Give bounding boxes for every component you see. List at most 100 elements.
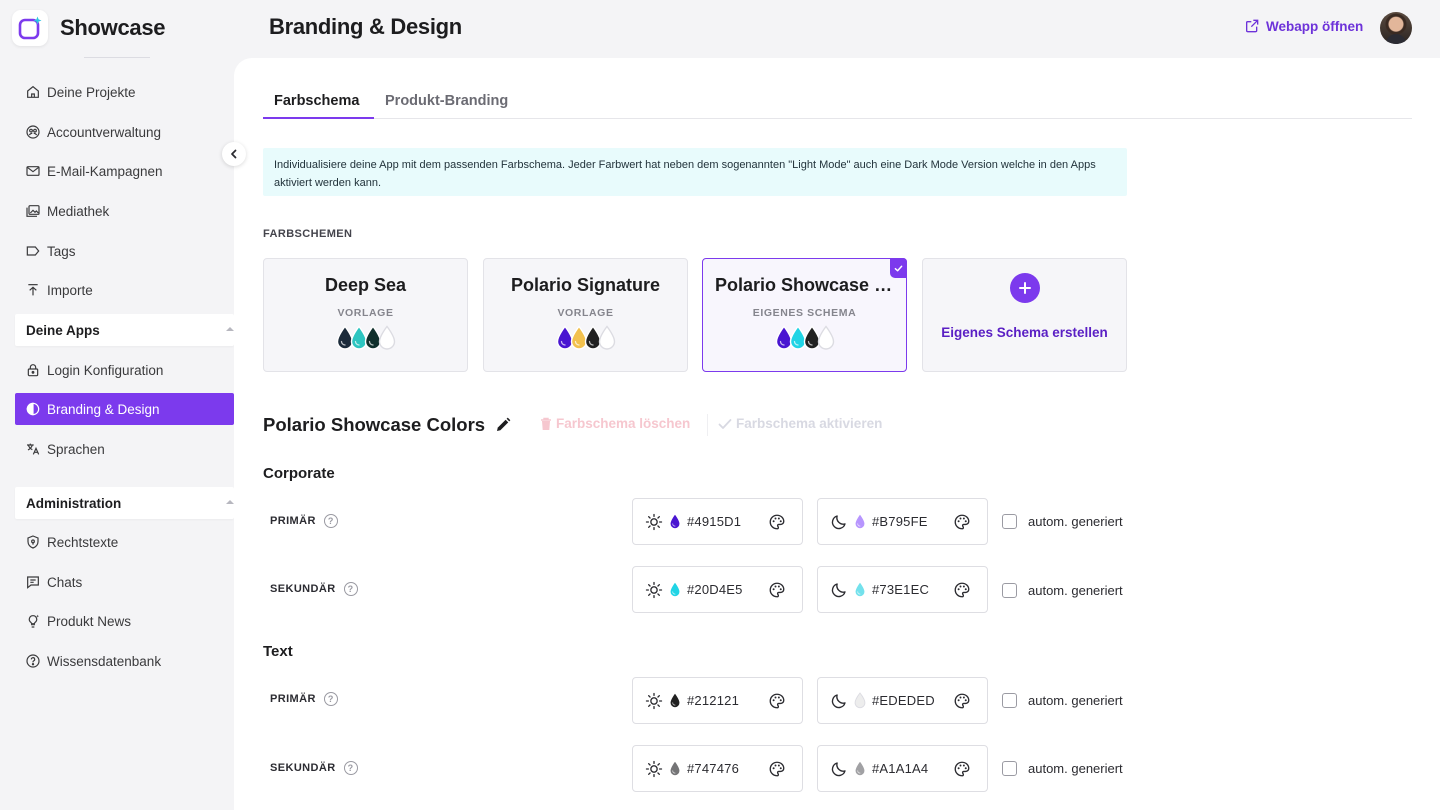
help-icon[interactable]: ? (343, 761, 358, 775)
sidebar-item-label: Branding & Design (47, 401, 160, 417)
dark-color-field[interactable]: #B795FE (817, 498, 988, 545)
tab-farbschema[interactable]: Farbschema (263, 88, 374, 119)
check-icon (718, 418, 732, 429)
light-color-field[interactable]: #20D4E5 (632, 566, 803, 613)
current-scheme-title: Polario Showcase Colors (263, 414, 486, 435)
dark-color-field[interactable]: #A1A1A4 (817, 745, 988, 792)
sidebar-item-label: Chats (47, 574, 83, 590)
group-title-text: Text (263, 643, 293, 660)
moon-icon (830, 581, 848, 599)
color-drop-icon (378, 325, 395, 350)
sidebar-item-news[interactable]: Produkt News (15, 605, 234, 637)
shield-icon (27, 535, 39, 549)
hex-value[interactable]: #B795FE (872, 514, 928, 529)
color-drop-icon (669, 692, 681, 709)
light-color-field[interactable]: #747476 (632, 745, 803, 792)
schemes-label: FARBSCHEMEN (263, 228, 353, 240)
chat-icon (27, 576, 39, 589)
app-name: Showcase (60, 15, 166, 40)
scheme-type: VORLAGE (337, 307, 394, 319)
pencil-icon (497, 417, 511, 431)
hex-value[interactable]: #4915D1 (687, 514, 741, 529)
palette-icon[interactable] (768, 692, 786, 710)
tab-bar: Farbschema Produkt-Branding (263, 88, 1412, 119)
sidebar-item-login[interactable]: Login Konfiguration (15, 354, 234, 386)
help-circle-icon (26, 654, 40, 668)
brand[interactable]: Showcase (12, 10, 166, 46)
help-icon[interactable]: ? (323, 692, 338, 706)
help-icon[interactable]: ? (343, 582, 358, 596)
sidebar-collapse-button[interactable] (222, 142, 246, 166)
light-color-field[interactable]: #4915D1 (632, 498, 803, 545)
avatar[interactable] (1380, 12, 1412, 44)
hex-value[interactable]: #EDEDED (872, 693, 935, 708)
open-webapp-link[interactable]: Webapp öffnen (1244, 18, 1363, 34)
edit-scheme-button[interactable] (494, 416, 512, 434)
tab-produkt-branding[interactable]: Produkt-Branding (385, 88, 508, 119)
hex-value[interactable]: #20D4E5 (687, 582, 743, 597)
sidebar-item-legal[interactable]: Rechtstexte (15, 526, 234, 558)
translate-icon (27, 443, 40, 455)
sidebar-item-languages[interactable]: Sprachen (15, 433, 234, 465)
moon-icon (830, 692, 848, 710)
sidebar-item-tags[interactable]: Tags (15, 235, 234, 267)
color-drop-icon (854, 581, 866, 598)
scheme-card-polario-signature[interactable]: Polario Signature VORLAGE (483, 258, 688, 372)
color-drop-icon (669, 581, 681, 598)
users-icon (26, 125, 40, 139)
sidebar-item-email[interactable]: E-Mail-Kampagnen (15, 155, 234, 187)
dark-color-field[interactable]: #EDEDED (817, 677, 988, 724)
main-panel: Farbschema Produkt-Branding Individualis… (234, 58, 1440, 810)
hex-value[interactable]: #A1A1A4 (872, 761, 928, 776)
sidebar-item-projects[interactable]: Deine Projekte (15, 76, 234, 108)
sidebar-item-chats[interactable]: Chats (15, 566, 234, 598)
activate-scheme-button[interactable]: Farbschema aktivieren (718, 416, 882, 431)
scheme-card-deep-sea[interactable]: Deep Sea VORLAGE (263, 258, 468, 372)
light-color-field[interactable]: #212121 (632, 677, 803, 724)
sidebar-item-label: Login Konfiguration (47, 362, 164, 378)
palette-icon[interactable] (953, 581, 971, 599)
sidebar-item-knowledge[interactable]: Wissensdatenbank (15, 645, 234, 677)
palette-icon[interactable] (953, 692, 971, 710)
hex-value[interactable]: #212121 (687, 693, 739, 708)
palette-icon[interactable] (768, 513, 786, 531)
scheme-drops (703, 325, 906, 351)
sidebar-item-label: Deine Projekte (47, 84, 136, 100)
scheme-name: Polario Showcase Colors (715, 275, 906, 295)
scheme-card-polario-showcase[interactable]: Polario Showcase Colors EIGENES SCHEMA (702, 258, 907, 372)
sidebar-item-label: Mediathek (47, 203, 110, 219)
palette-icon[interactable] (768, 581, 786, 599)
section-label: Administration (26, 495, 122, 511)
auto-generate-checkbox[interactable] (1002, 761, 1017, 776)
auto-generate-checkbox[interactable] (1002, 693, 1017, 708)
auto-generate-label: autom. generiert (1028, 514, 1123, 529)
create-scheme-card[interactable]: Eigenes Schema erstellen (922, 258, 1127, 372)
sidebar-item-imports[interactable]: Importe (15, 274, 234, 306)
hex-value[interactable]: #747476 (687, 761, 739, 776)
sidebar-section-apps[interactable]: Deine Apps (15, 314, 234, 346)
collapse-caret-icon (226, 327, 234, 331)
row-label-text: PRIMÄR (270, 693, 316, 705)
divider (84, 57, 150, 58)
delete-scheme-button[interactable]: Farbschema löschen (540, 416, 690, 431)
scheme-name: Polario Signature (510, 275, 661, 295)
hex-value[interactable]: #73E1EC (872, 582, 929, 597)
color-drop-icon (669, 513, 681, 530)
palette-icon[interactable] (768, 760, 786, 778)
sidebar-item-branding[interactable]: Branding & Design (15, 393, 234, 425)
auto-generate-checkbox[interactable] (1002, 514, 1017, 529)
palette-icon[interactable] (953, 513, 971, 531)
dark-color-field[interactable]: #73E1EC (817, 566, 988, 613)
help-icon[interactable]: ? (323, 514, 338, 528)
sidebar-item-label: Importe (47, 282, 93, 298)
palette-icon[interactable] (953, 760, 971, 778)
scheme-type: VORLAGE (557, 307, 614, 319)
group-title-corporate: Corporate (263, 465, 335, 482)
sidebar-item-accounts[interactable]: Accountverwaltung (15, 116, 234, 148)
page-title: Branding & Design (269, 14, 462, 39)
sidebar-section-admin[interactable]: Administration (15, 487, 234, 519)
sidebar-item-media[interactable]: Mediathek (15, 195, 234, 227)
auto-generate-checkbox[interactable] (1002, 583, 1017, 598)
chevron-left-icon (231, 149, 237, 159)
auto-generate-label: autom. generiert (1028, 693, 1123, 708)
